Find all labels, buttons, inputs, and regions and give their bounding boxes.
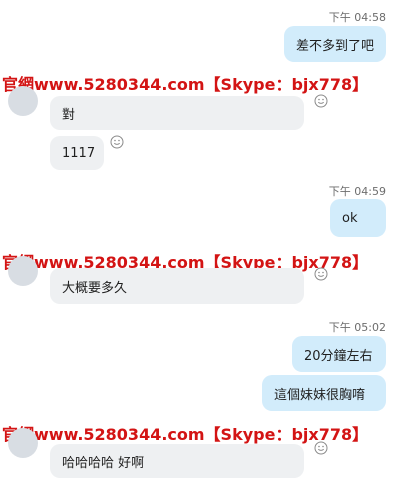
smiley-icon[interactable] [314, 267, 328, 281]
smiley-icon[interactable] [110, 135, 124, 149]
incoming-message[interactable]: 哈哈哈哈 好啊 [50, 444, 304, 478]
smiley-icon[interactable] [314, 94, 328, 108]
timestamp: 下午 04:59 [328, 185, 386, 198]
outgoing-message[interactable]: 差不多到了吧 [283, 26, 386, 62]
incoming-message[interactable]: 對 [50, 96, 304, 130]
timestamp: 下午 04:58 [328, 11, 386, 24]
smiley-icon[interactable] [314, 441, 328, 455]
outgoing-message[interactable]: 20分鐘左右 [292, 336, 386, 372]
outgoing-message[interactable]: 這個妹妹很胸唷 [262, 375, 386, 411]
incoming-message[interactable]: 1117 [50, 136, 104, 170]
avatar[interactable] [8, 256, 38, 286]
watermark: 官網www.5280344.com【Skype：bjx778】 [2, 75, 369, 94]
timestamp: 下午 05:02 [328, 321, 386, 334]
incoming-message[interactable]: 大概要多久 [50, 268, 304, 304]
outgoing-message[interactable]: ok [330, 199, 386, 237]
avatar[interactable] [8, 86, 38, 116]
avatar[interactable] [8, 428, 38, 458]
